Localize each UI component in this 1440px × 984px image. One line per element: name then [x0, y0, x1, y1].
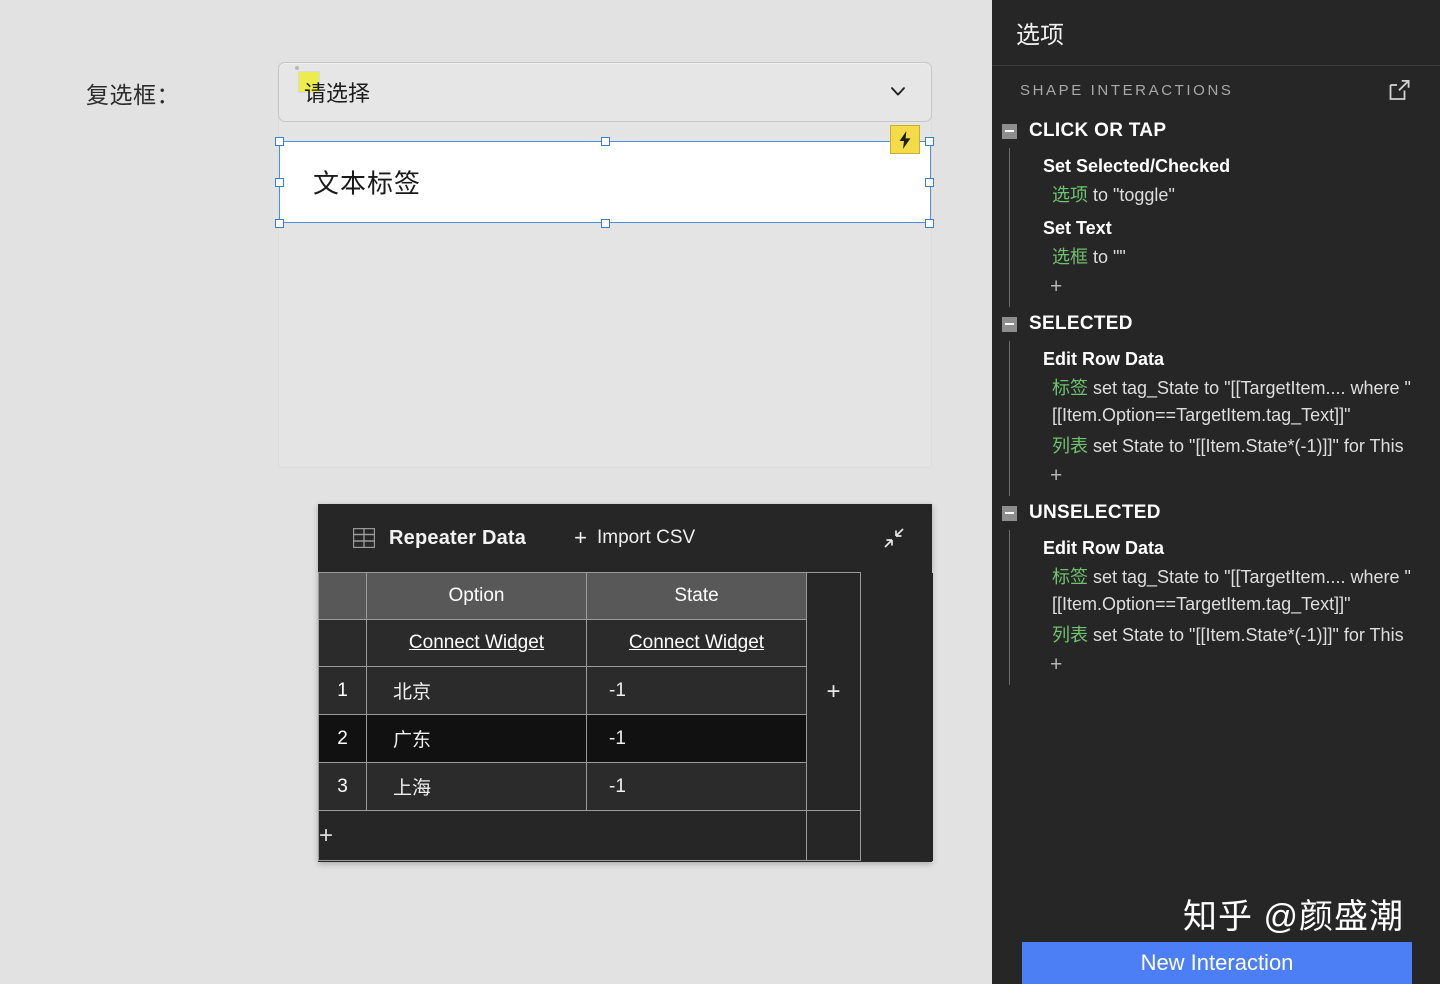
cell-option[interactable]: 北京	[366, 666, 587, 715]
action-detail[interactable]: 标签 set tag_State to "[[TargetItem.... wh…	[1010, 563, 1440, 621]
event-name: SELECTED	[1029, 313, 1133, 334]
cell-option[interactable]: 广东	[366, 714, 587, 763]
resize-handle-top-right[interactable]	[925, 137, 934, 146]
import-csv-label: Import CSV	[596, 527, 696, 548]
widget-container	[278, 62, 932, 468]
connect-blank	[318, 619, 367, 667]
repeater-data-panel: Repeater Data + Import CSV Option State …	[318, 504, 933, 862]
add-column-button[interactable]: +	[806, 572, 861, 811]
resize-handle-top-center[interactable]	[601, 137, 610, 146]
action-target: 选项	[1052, 185, 1088, 205]
row-index: 3	[318, 762, 367, 811]
action-name[interactable]: Set Text	[1010, 212, 1440, 243]
action-text: set tag_State to "[[TargetItem.... where…	[1052, 378, 1411, 425]
event-name: CLICK OR TAP	[1029, 120, 1167, 141]
action-text: set tag_State to "[[TargetItem.... where…	[1052, 567, 1411, 614]
new-interaction-button[interactable]: New Interaction	[1022, 942, 1412, 984]
collapse-minus-icon[interactable]	[1002, 505, 1017, 521]
action-detail[interactable]: 标签 set tag_State to "[[TargetItem.... wh…	[1010, 374, 1440, 432]
column-header-option[interactable]: Option	[366, 572, 587, 620]
action-target: 选框	[1052, 247, 1088, 267]
add-row-row[interactable]: +	[318, 810, 933, 861]
action-text: set State to "[[Item.State*(-1)]]" for T…	[1088, 625, 1404, 645]
resize-handle-bottom-left[interactable]	[275, 219, 284, 228]
interactions-panel: 选项 SHAPE INTERACTIONS CLICK OR TAP Set S…	[992, 0, 1440, 984]
event-header-click-or-tap[interactable]: CLICK OR TAP	[992, 114, 1440, 148]
event-body-selected: Edit Row Data 标签 set tag_State to "[[Tar…	[1009, 341, 1440, 496]
shape-interactions-section: SHAPE INTERACTIONS	[992, 66, 1440, 114]
event-body-click-or-tap: Set Selected/Checked 选项 to "toggle" Set …	[1009, 148, 1440, 307]
row-index: 2	[318, 714, 367, 763]
plus-icon: +	[574, 525, 587, 550]
open-external-icon[interactable]	[1387, 78, 1412, 103]
cell-option[interactable]: 上海	[366, 762, 587, 811]
design-canvas[interactable]: 复选框： 请选择 文本标签 Repeater Data + Import CSV…	[0, 0, 992, 984]
app-root: 复选框： 请选择 文本标签 Repeater Data + Import CSV…	[0, 0, 1440, 984]
select-value: 请选择	[304, 81, 371, 106]
row-index-header	[318, 572, 367, 620]
action-detail[interactable]: 列表 set State to "[[Item.State*(-1)]]" fo…	[1010, 432, 1440, 463]
action-detail[interactable]: 列表 set State to "[[Item.State*(-1)]]" fo…	[1010, 621, 1440, 652]
field-label: 复选框：	[86, 82, 180, 108]
event-name: UNSELECTED	[1029, 502, 1161, 523]
action-text: to "toggle"	[1088, 185, 1175, 205]
add-row-button[interactable]: +	[318, 810, 807, 861]
panel-filler	[860, 572, 933, 861]
panel-title: 选项	[1016, 22, 1064, 49]
connect-widget-state-label: Connect Widget	[628, 632, 765, 653]
section-caption: SHAPE INTERACTIONS	[1020, 81, 1234, 99]
repeater-header: Repeater Data + Import CSV	[318, 504, 932, 572]
action-target: 标签	[1052, 378, 1088, 398]
chevron-down-icon[interactable]	[889, 82, 907, 100]
event-header-selected[interactable]: SELECTED	[992, 307, 1440, 341]
row-index: 1	[318, 666, 367, 715]
action-target: 列表	[1052, 436, 1088, 456]
action-detail[interactable]: 选框 to ""	[1010, 243, 1440, 274]
text-label-widget[interactable]: 文本标签	[279, 141, 931, 223]
resize-handle-middle-right[interactable]	[925, 178, 934, 187]
action-target: 标签	[1052, 567, 1088, 587]
resize-handle-bottom-center[interactable]	[601, 219, 610, 228]
resize-handle-middle-left[interactable]	[275, 178, 284, 187]
action-text: set State to "[[Item.State*(-1)]]" for T…	[1088, 436, 1404, 456]
connect-widget-option[interactable]: Connect Widget	[366, 619, 587, 667]
collapse-diagonal-icon[interactable]	[882, 526, 906, 550]
checkbox-select-dropdown[interactable]: 请选择	[278, 62, 932, 122]
watermark: 知乎 @颜盛潮	[1183, 898, 1404, 936]
repeater-title: Repeater Data	[389, 526, 527, 549]
panel-header: 选项	[992, 0, 1440, 66]
add-action-button[interactable]: +	[1010, 652, 1440, 679]
action-text: to ""	[1088, 247, 1126, 267]
event-header-unselected[interactable]: UNSELECTED	[992, 496, 1440, 530]
interaction-tree: CLICK OR TAP Set Selected/Checked 选项 to …	[992, 114, 1440, 685]
event-body-unselected: Edit Row Data 标签 set tag_State to "[[Tar…	[1009, 530, 1440, 685]
column-header-state[interactable]: State	[586, 572, 807, 620]
add-action-button[interactable]: +	[1010, 274, 1440, 301]
cell-state[interactable]: -1	[586, 762, 807, 811]
action-target: 列表	[1052, 625, 1088, 645]
table-grid-icon	[352, 527, 376, 549]
repeater-table[interactable]: Option State + Connect Widget Connect Wi…	[318, 572, 933, 861]
connect-widget-option-label: Connect Widget	[408, 632, 545, 653]
add-row-filler	[806, 810, 861, 861]
add-action-button[interactable]: +	[1010, 463, 1440, 490]
cell-state[interactable]: -1	[586, 666, 807, 715]
interaction-bolt-icon[interactable]	[890, 125, 920, 154]
resize-handle-bottom-right[interactable]	[925, 219, 934, 228]
collapse-minus-icon[interactable]	[1002, 123, 1017, 139]
action-name[interactable]: Edit Row Data	[1010, 532, 1440, 563]
action-name[interactable]: Edit Row Data	[1010, 343, 1440, 374]
text-label-content: 文本标签	[313, 168, 422, 199]
import-csv-button[interactable]: + Import CSV	[574, 527, 695, 549]
resize-handle-top-left[interactable]	[275, 137, 284, 146]
collapse-minus-icon[interactable]	[1002, 316, 1017, 332]
action-detail[interactable]: 选项 to "toggle"	[1010, 181, 1440, 212]
connect-widget-state[interactable]: Connect Widget	[586, 619, 807, 667]
cell-state[interactable]: -1	[586, 714, 807, 763]
table-header-row: Option State +	[318, 572, 933, 861]
action-name[interactable]: Set Selected/Checked	[1010, 150, 1440, 181]
